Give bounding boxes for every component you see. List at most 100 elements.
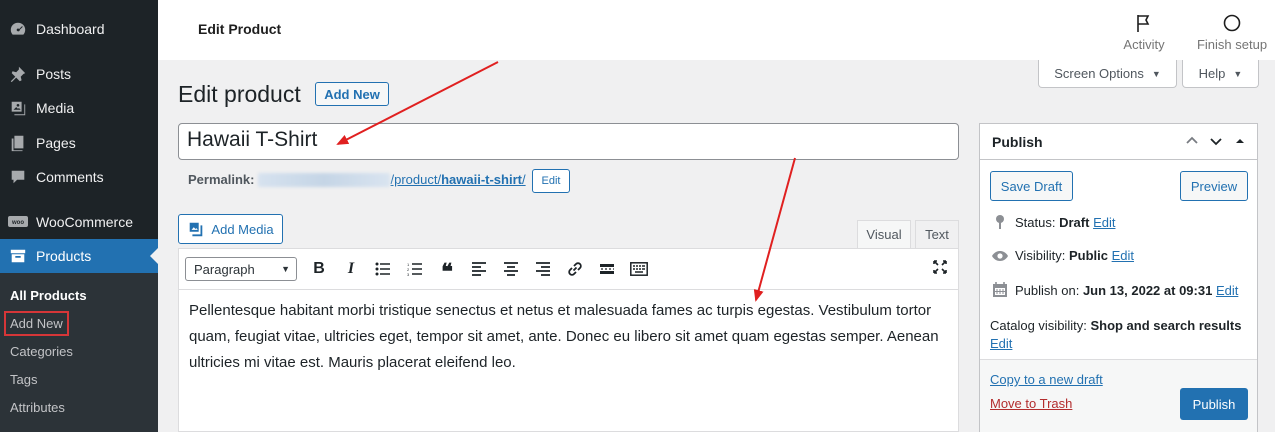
expand-icon — [933, 260, 947, 274]
permalink-row: Permalink: /product/hawaii-t-shirt/ — [188, 172, 526, 187]
comment-icon — [8, 167, 28, 187]
permalink-label: Permalink: — [188, 172, 255, 187]
sidebar-item-label: Posts — [36, 66, 72, 82]
italic-icon: I — [347, 260, 355, 277]
activity-label: Activity — [1123, 37, 1165, 52]
link-icon — [568, 262, 582, 276]
media-icon — [8, 98, 28, 118]
product-title-input[interactable]: Hawaii T-Shirt — [178, 123, 959, 160]
add-media-icon — [187, 220, 205, 238]
align-left-icon — [472, 262, 486, 276]
numbered-list-button[interactable]: 123 — [399, 255, 431, 283]
edit-date-link[interactable]: Edit — [1216, 283, 1238, 298]
calendar-icon — [990, 282, 1010, 298]
fullscreen-button[interactable] — [932, 259, 948, 278]
sidebar-item-label: Comments — [36, 169, 104, 185]
edit-visibility-link[interactable]: Edit — [1112, 248, 1134, 263]
quote-icon: ❝ — [441, 259, 453, 284]
sidebar-item-comments[interactable]: Comments — [0, 160, 158, 194]
submenu-categories[interactable]: Categories — [0, 337, 158, 365]
sidebar-item-label: Media — [36, 100, 75, 116]
align-center-button[interactable] — [495, 255, 527, 283]
align-left-button[interactable] — [463, 255, 495, 283]
sidebar-item-media[interactable]: Media — [0, 91, 158, 125]
preview-button[interactable]: Preview — [1180, 171, 1248, 201]
pages-icon — [8, 133, 28, 153]
submenu-tags[interactable]: Tags — [0, 365, 158, 393]
finish-setup-button[interactable]: Finish setup — [1194, 12, 1270, 52]
top-bar-title: Edit Product — [198, 21, 282, 37]
pin-icon — [8, 64, 28, 84]
publish-box-title: Publish — [992, 133, 1043, 150]
read-more-button[interactable] — [591, 255, 623, 283]
flag-icon — [1120, 12, 1168, 34]
publish-date-row: Publish on: Jun 13, 2022 at 09:31 Edit — [990, 282, 1238, 298]
status-row: Status: Draft Edit — [990, 214, 1115, 230]
sidebar-item-posts[interactable]: Posts — [0, 57, 158, 91]
woocommerce-icon: woo — [8, 212, 28, 232]
align-right-icon — [536, 262, 550, 276]
sidebar-item-label: WooCommerce — [36, 214, 133, 230]
bold-icon: B — [313, 260, 325, 277]
save-draft-button[interactable]: Save Draft — [990, 171, 1073, 201]
pin-icon — [990, 214, 1010, 230]
top-bar: Edit Product Activity Finish setup — [158, 0, 1275, 60]
circle-icon — [1194, 12, 1270, 34]
edit-status-link[interactable]: Edit — [1093, 215, 1115, 230]
products-submenu: All Products Add New Categories Tags Att… — [0, 273, 158, 432]
caret-down-icon: ▼ — [281, 264, 290, 274]
eye-icon — [990, 250, 1010, 262]
submenu-add-new[interactable]: Add New — [0, 309, 158, 337]
activity-button[interactable]: Activity — [1120, 12, 1168, 52]
toolbar-toggle-button[interactable] — [623, 255, 655, 283]
sidebar-item-woocommerce[interactable]: woo WooCommerce — [0, 205, 158, 239]
catalog-visibility-row: Catalog visibility: Shop and search resu… — [990, 318, 1242, 351]
screen-options-button[interactable]: Screen Options ▼ — [1038, 60, 1177, 88]
admin-sidebar: Dashboard Posts Media Pages Comments woo… — [0, 0, 158, 432]
svg-text:3: 3 — [407, 272, 410, 276]
link-button[interactable] — [559, 255, 591, 283]
sidebar-item-label: Dashboard — [36, 21, 105, 37]
toggle-panel-icon[interactable] — [1233, 134, 1247, 151]
permalink-edit-button[interactable]: Edit — [532, 169, 570, 193]
help-button[interactable]: Help ▼ — [1182, 60, 1259, 88]
add-new-button[interactable]: Add New — [315, 82, 389, 106]
align-right-button[interactable] — [527, 255, 559, 283]
sidebar-item-products[interactable]: Products — [0, 239, 158, 273]
edit-catalog-link[interactable]: Edit — [990, 336, 1012, 351]
publish-button[interactable]: Publish — [1180, 388, 1248, 420]
svg-text:woo: woo — [11, 220, 24, 226]
format-select[interactable]: Paragraph ▼ — [185, 257, 297, 281]
publish-box: Publish Save Draft Preview Status: Draft… — [979, 123, 1258, 432]
archive-icon — [8, 246, 28, 266]
submenu-attributes[interactable]: Attributes — [0, 393, 158, 421]
bold-button[interactable]: B — [303, 255, 335, 283]
sidebar-item-label: Products — [36, 248, 92, 264]
publish-box-header: Publish — [980, 124, 1257, 160]
tab-text[interactable]: Text — [915, 220, 959, 248]
content-editor: Paragraph ▼ B I 123 ❝ Pellentesque habit… — [178, 248, 959, 432]
move-to-trash-link[interactable]: Move to Trash — [990, 396, 1072, 411]
editor-toolbar: Paragraph ▼ B I 123 ❝ — [179, 249, 958, 290]
align-center-icon — [504, 262, 518, 276]
italic-button[interactable]: I — [335, 255, 367, 283]
blockquote-button[interactable]: ❝ — [431, 255, 463, 283]
submenu-all-products[interactable]: All Products — [0, 281, 158, 309]
add-media-button[interactable]: Add Media — [178, 214, 283, 244]
page-title: Edit product — [178, 81, 301, 107]
move-up-icon[interactable] — [1185, 134, 1199, 151]
sidebar-item-label: Pages — [36, 135, 76, 151]
tab-visual[interactable]: Visual — [857, 220, 911, 248]
sidebar-item-dashboard[interactable]: Dashboard — [0, 12, 158, 46]
move-down-icon[interactable] — [1209, 134, 1223, 151]
dashboard-icon — [8, 19, 28, 39]
numbered-list-icon: 123 — [407, 262, 422, 276]
publish-actions: Copy to a new draft Move to Trash Publis… — [980, 359, 1257, 432]
copy-draft-link[interactable]: Copy to a new draft — [990, 372, 1103, 387]
keyboard-icon — [630, 262, 648, 276]
editor-content[interactable]: Pellentesque habitant morbi tristique se… — [179, 290, 958, 384]
permalink-link[interactable]: /product/hawaii-t-shirt/ — [390, 172, 525, 187]
sidebar-item-pages[interactable]: Pages — [0, 126, 158, 160]
bullet-list-button[interactable] — [367, 255, 399, 283]
caret-down-icon: ▼ — [1151, 68, 1161, 79]
